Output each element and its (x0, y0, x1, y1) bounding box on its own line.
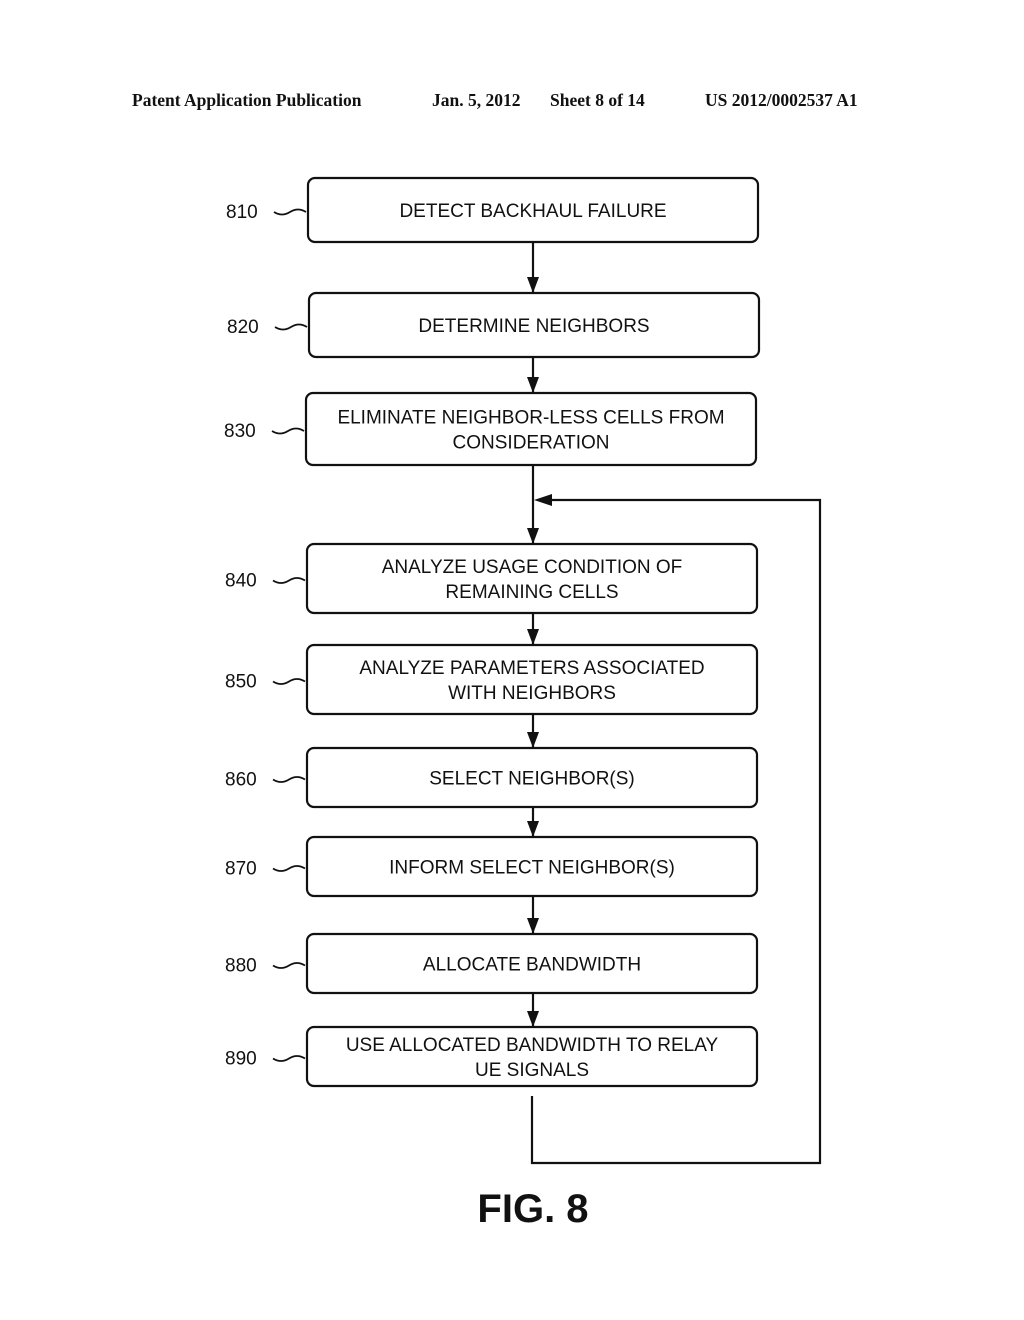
step-text: SELECT NEIGHBOR(S) (429, 769, 635, 790)
leader-squiggle-icon (273, 208, 307, 216)
arrow-down-icon (527, 528, 539, 544)
step-text: DETECT BACKHAUL FAILURE (399, 201, 666, 222)
arrow-down-icon (527, 277, 539, 293)
step-ref-numeral: 860 (225, 770, 257, 791)
step-ref-numeral: 850 (225, 672, 257, 693)
step-830: ELIMINATE NEIGHBOR-LESS CELLS FROM CONSID… (224, 391, 758, 467)
figure-label: FIG. 8 (477, 1187, 588, 1231)
step-ref-numeral: 820 (227, 317, 259, 338)
step-ref-numeral: 830 (224, 421, 256, 442)
step-860: SELECT NEIGHBOR(S) 860 (225, 746, 759, 809)
step-ref-numeral: 810 (226, 202, 258, 223)
step-840: ANALYZE USAGE CONDITION OF REMAINING CELL… (225, 542, 759, 615)
step-820: DETERMINE NEIGHBORS 820 (227, 291, 761, 359)
arrow-down-icon (527, 377, 539, 393)
step-text: ANALYZE USAGE CONDITION OF (382, 557, 683, 578)
step-880: ALLOCATE BANDWIDTH 880 (225, 932, 759, 995)
step-810: DETECT BACKHAUL FAILURE 810 (226, 176, 760, 244)
arrow-down-icon (527, 821, 539, 837)
arrow-down-icon (527, 918, 539, 934)
step-text: USE ALLOCATED BANDWIDTH TO RELAY (346, 1035, 719, 1056)
step-text: UE SIGNALS (475, 1060, 589, 1081)
step-boxes: DETECT BACKHAUL FAILURE 810 DETERMINE NEIG… (224, 176, 761, 1088)
arrow-down-icon (527, 1011, 539, 1027)
step-ref-numeral: 890 (225, 1049, 257, 1070)
step-text: WITH NEIGHBORS (448, 683, 616, 704)
step-box (304, 391, 758, 467)
flowchart-diagram: DETECT BACKHAUL FAILURE 810 DETERMINE NEIG… (224, 176, 822, 1231)
step-ref-numeral: 880 (225, 956, 257, 977)
step-text: ALLOCATE BANDWIDTH (423, 955, 641, 976)
step-text: DETERMINE NEIGHBORS (418, 316, 649, 337)
step-text: CONSIDERATION (453, 433, 610, 454)
leader-squiggle-icon (272, 962, 306, 969)
leader-squiggle-icon (272, 776, 306, 783)
arrow-down-icon (527, 629, 539, 645)
leader-squiggle-icon (274, 323, 308, 331)
step-text: INFORM SELECT NEIGHBOR(S) (389, 858, 675, 879)
arrow-down-icon (527, 732, 539, 748)
leader-squiggle-icon (272, 678, 306, 685)
step-ref-numeral: 840 (225, 571, 257, 592)
step-ref-numeral: 870 (225, 859, 257, 880)
arrow-left-icon (534, 494, 552, 506)
step-870: INFORM SELECT NEIGHBOR(S) 870 (225, 835, 759, 898)
step-890: USE ALLOCATED BANDWIDTH TO RELAY UE SIGNA… (225, 1025, 759, 1088)
leader-squiggle-icon (272, 577, 306, 584)
leader-squiggle-icon (272, 1055, 306, 1062)
step-850: ANALYZE PARAMETERS ASSOCIATED WITH NEIGHB… (225, 643, 759, 716)
step-text: ELIMINATE NEIGHBOR-LESS CELLS FROM (337, 408, 724, 429)
leader-squiggle-icon (271, 427, 305, 435)
step-text: ANALYZE PARAMETERS ASSOCIATED (359, 658, 704, 679)
step-text: REMAINING CELLS (445, 582, 618, 603)
leader-squiggle-icon (272, 865, 306, 872)
